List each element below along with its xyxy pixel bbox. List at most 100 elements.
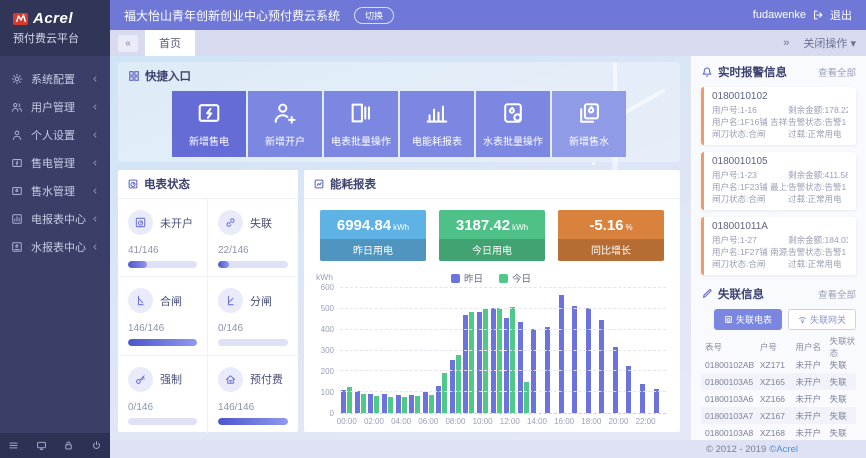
status-label: 合闸 [160,293,182,309]
alarm-card[interactable]: 0180010102用户号:1-16剩余金额:178.22用户名:1F16铺 吉… [701,87,856,145]
bar-group-11:00 [489,288,503,413]
legend-label: 昨日 [464,271,483,285]
chevron-left-icon [91,75,99,83]
quick-entry-title: 快捷入口 [145,68,191,84]
collapse-menu-icon[interactable] [8,440,19,451]
kpi-label: 同比增长 [558,239,664,261]
bar-group-12:00 [503,288,517,413]
offline-cell: 失联 [830,393,856,405]
quick-button-add-water-sale[interactable]: 新增售水 [552,91,626,157]
alarm-bell-icon [701,66,713,78]
quick-entry-panel: 快捷入口 新增售电新增开户电表批量操作电能耗报表水表批量操作新增售水 [118,62,680,162]
bar-group-06:00 [421,288,435,413]
status-cell-switch-closed: 合闸146/146 [118,277,208,355]
offline-gateway-button[interactable]: 失联网关 [788,309,856,330]
quick-button-energy-consumption-report[interactable]: 电能耗报表 [400,91,474,157]
tabs-scroll-left-icon[interactable]: « [118,35,138,52]
alarm-detail-right: 告警状态:告警1 [788,116,848,128]
meter-status-icon [127,178,139,190]
offline-cell: XZ167 [760,411,796,421]
chevron-left-icon [91,215,99,223]
sidebar-item-system-config[interactable]: 系统配置 [0,65,110,93]
bar-昨日 [355,391,360,413]
bar-昨日 [436,386,441,413]
quick-button-add-electric-sale[interactable]: 新增售电 [172,91,246,157]
offline-cell: 未开户 [796,359,830,371]
alarm-detail-left: 用户号:1-16 [712,104,788,116]
x-tick-label: 16:00 [554,417,574,426]
bar-group-20:00 [612,288,626,413]
brand-name: Acrel [33,10,73,27]
bar-昨日 [613,347,618,413]
legend-item-今日[interactable]: 今日 [499,271,531,285]
bars-icon [424,100,450,126]
footer: © 2012 - 2019 ©Acrel [110,440,866,458]
status-count: 0/146 [128,402,197,413]
sidebar-item-user-management[interactable]: 用户管理 [0,93,110,121]
quick-button-meter-batch-operations[interactable]: 电表批量操作 [324,91,398,157]
sidebar-item-water-report-center[interactable]: 水报表中心 [0,233,110,261]
kpi-today-usage: 3187.42kWh今日用电 [439,210,545,261]
user-plus-icon [272,100,298,126]
power-icon [91,440,102,451]
username: fudawenke [753,9,806,21]
kpi-value: 3187.42kWh [439,210,545,239]
sidebar-item-electric-sale-management[interactable]: 售电管理 [0,149,110,177]
offline-cell: XZ166 [760,394,796,404]
meter-icon [128,210,153,235]
status-count: 0/146 [218,323,288,334]
bar-group-04:00 [394,288,408,413]
offline-cell: XZ165 [760,377,796,387]
sidebar-item-electric-report-center[interactable]: 电报表中心 [0,205,110,233]
key-icon [134,373,147,386]
status-label: 分闸 [250,293,272,309]
power-off-icon[interactable] [91,440,102,451]
gridline [340,287,666,288]
right-panel: 实时报警信息 查看全部 0180010102用户号:1-16剩余金额:178.2… [690,56,866,440]
bar-group-18:00 [584,288,598,413]
close-operations-dropdown[interactable]: 关闭操作 ▾ [803,35,856,51]
offline-header-cell: 表号 [701,341,760,353]
sidebar-item-personal-settings[interactable]: 个人设置 [0,121,110,149]
offline-panel-title: 失联信息 [718,286,764,302]
water-gear-icon [500,100,526,126]
sidebar-item-label: 水报表中心 [31,239,86,255]
bar-今日 [402,397,407,413]
kpi-yoy-growth: -5.16%同比增长 [558,210,664,261]
status-progress [128,418,197,425]
logout-button[interactable]: 退出 [830,7,852,23]
alarm-card[interactable]: 0180010105用户号:1-23剩余金额:411.58用户名:1F23铺 最… [701,152,856,210]
legend-item-昨日[interactable]: 昨日 [451,271,483,285]
offline-meter-button[interactable]: 失联电表 [714,309,782,330]
copyright-brand-link[interactable]: ©Acrel [769,444,798,455]
sidebar-menu: 系统配置用户管理个人设置售电管理售水管理电报表中心水报表中心 [0,56,110,261]
status-progress-fill [218,418,288,425]
tabs-scroll-right-icon[interactable]: » [783,37,789,49]
bar-昨日 [654,389,659,413]
energy-report-icon [313,178,325,190]
offline-cell: 未开户 [796,427,830,439]
offline-header-cell: 用户名 [796,341,830,353]
gridline [340,329,666,330]
tab-home[interactable]: 首页 [145,30,195,56]
bar-昨日 [626,366,631,414]
logout-icon[interactable] [812,9,824,21]
monitor-icon[interactable] [36,440,47,451]
bar-昨日 [518,322,523,413]
sidebar-item-water-sale-management[interactable]: 售水管理 [0,177,110,205]
status-count: 41/146 [128,245,197,256]
link-off-icon [218,210,243,235]
y-tick-label: 0 [330,409,334,418]
quick-button-add-account[interactable]: 新增开户 [248,91,322,157]
offline-view-all-link[interactable]: 查看全部 [818,287,856,301]
offline-cell: 失联 [830,376,856,388]
status-cell-disconnected: 失联22/146 [208,199,298,277]
alarm-view-all-link[interactable]: 查看全部 [818,65,856,79]
home-pay-icon [218,367,243,392]
alarm-card[interactable]: 018001011A用户号:1-27剩余金额:184.03用户名:1F27铺 南… [701,217,856,275]
switch-project-button[interactable]: 切换 [354,7,394,24]
quick-button-water-meter-batch-operations[interactable]: 水表批量操作 [476,91,550,157]
y-tick-label: 500 [321,304,334,313]
lock-screen-icon[interactable] [63,440,74,451]
bar-昨日 [640,384,645,413]
